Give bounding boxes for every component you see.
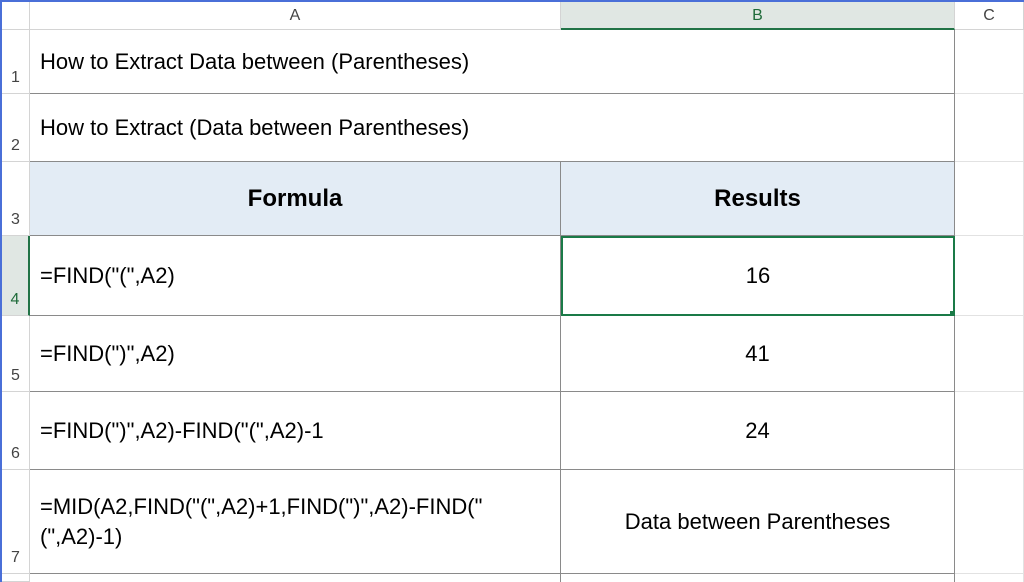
cell-C5[interactable] [955,316,1024,392]
corner-select-all[interactable] [2,2,30,30]
cell-A5[interactable]: =FIND(")",A2) [30,316,561,392]
cell-C8[interactable] [955,574,1024,582]
col-header-B[interactable]: B [561,2,955,30]
cell-B5[interactable]: 41 [561,316,955,392]
row-header-4[interactable]: 4 [2,236,30,316]
cell-C6[interactable] [955,392,1024,470]
cell-C7[interactable] [955,470,1024,574]
fill-handle[interactable] [950,311,955,316]
cell-B8[interactable] [561,574,955,582]
cell-C1[interactable] [955,30,1024,94]
cell-A8[interactable] [30,574,561,582]
cell-B3[interactable]: Results [561,162,955,236]
row-header-2[interactable]: 2 [2,94,30,162]
cell-C4[interactable] [955,236,1024,316]
cell-A1[interactable]: How to Extract Data between (Parentheses… [30,30,955,94]
cell-A3[interactable]: Formula [30,162,561,236]
row-header-7[interactable]: 7 [2,470,30,574]
cell-B4-value: 16 [573,263,943,289]
col-header-A[interactable]: A [30,2,561,30]
cell-B4[interactable]: 16 [561,236,955,316]
cell-A2[interactable]: How to Extract (Data between Parentheses… [30,94,955,162]
cell-B7[interactable]: Data between Parentheses [561,470,955,574]
row-header-5[interactable]: 5 [2,316,30,392]
cell-B6[interactable]: 24 [561,392,955,470]
cell-C2[interactable] [955,94,1024,162]
cell-A4[interactable]: =FIND("(",A2) [30,236,561,316]
row-header-1[interactable]: 1 [2,30,30,94]
row-header-6[interactable]: 6 [2,392,30,470]
cell-A7[interactable]: =MID(A2,FIND("(",A2)+1,FIND(")",A2)-FIND… [30,470,561,574]
spreadsheet-grid[interactable]: A B C 1 How to Extract Data between (Par… [2,2,1022,582]
col-header-C[interactable]: C [955,2,1024,30]
row-header-3[interactable]: 3 [2,162,30,236]
row-header-8[interactable] [2,574,30,582]
cell-A6[interactable]: =FIND(")",A2)-FIND("(",A2)-1 [30,392,561,470]
cell-C3[interactable] [955,162,1024,236]
